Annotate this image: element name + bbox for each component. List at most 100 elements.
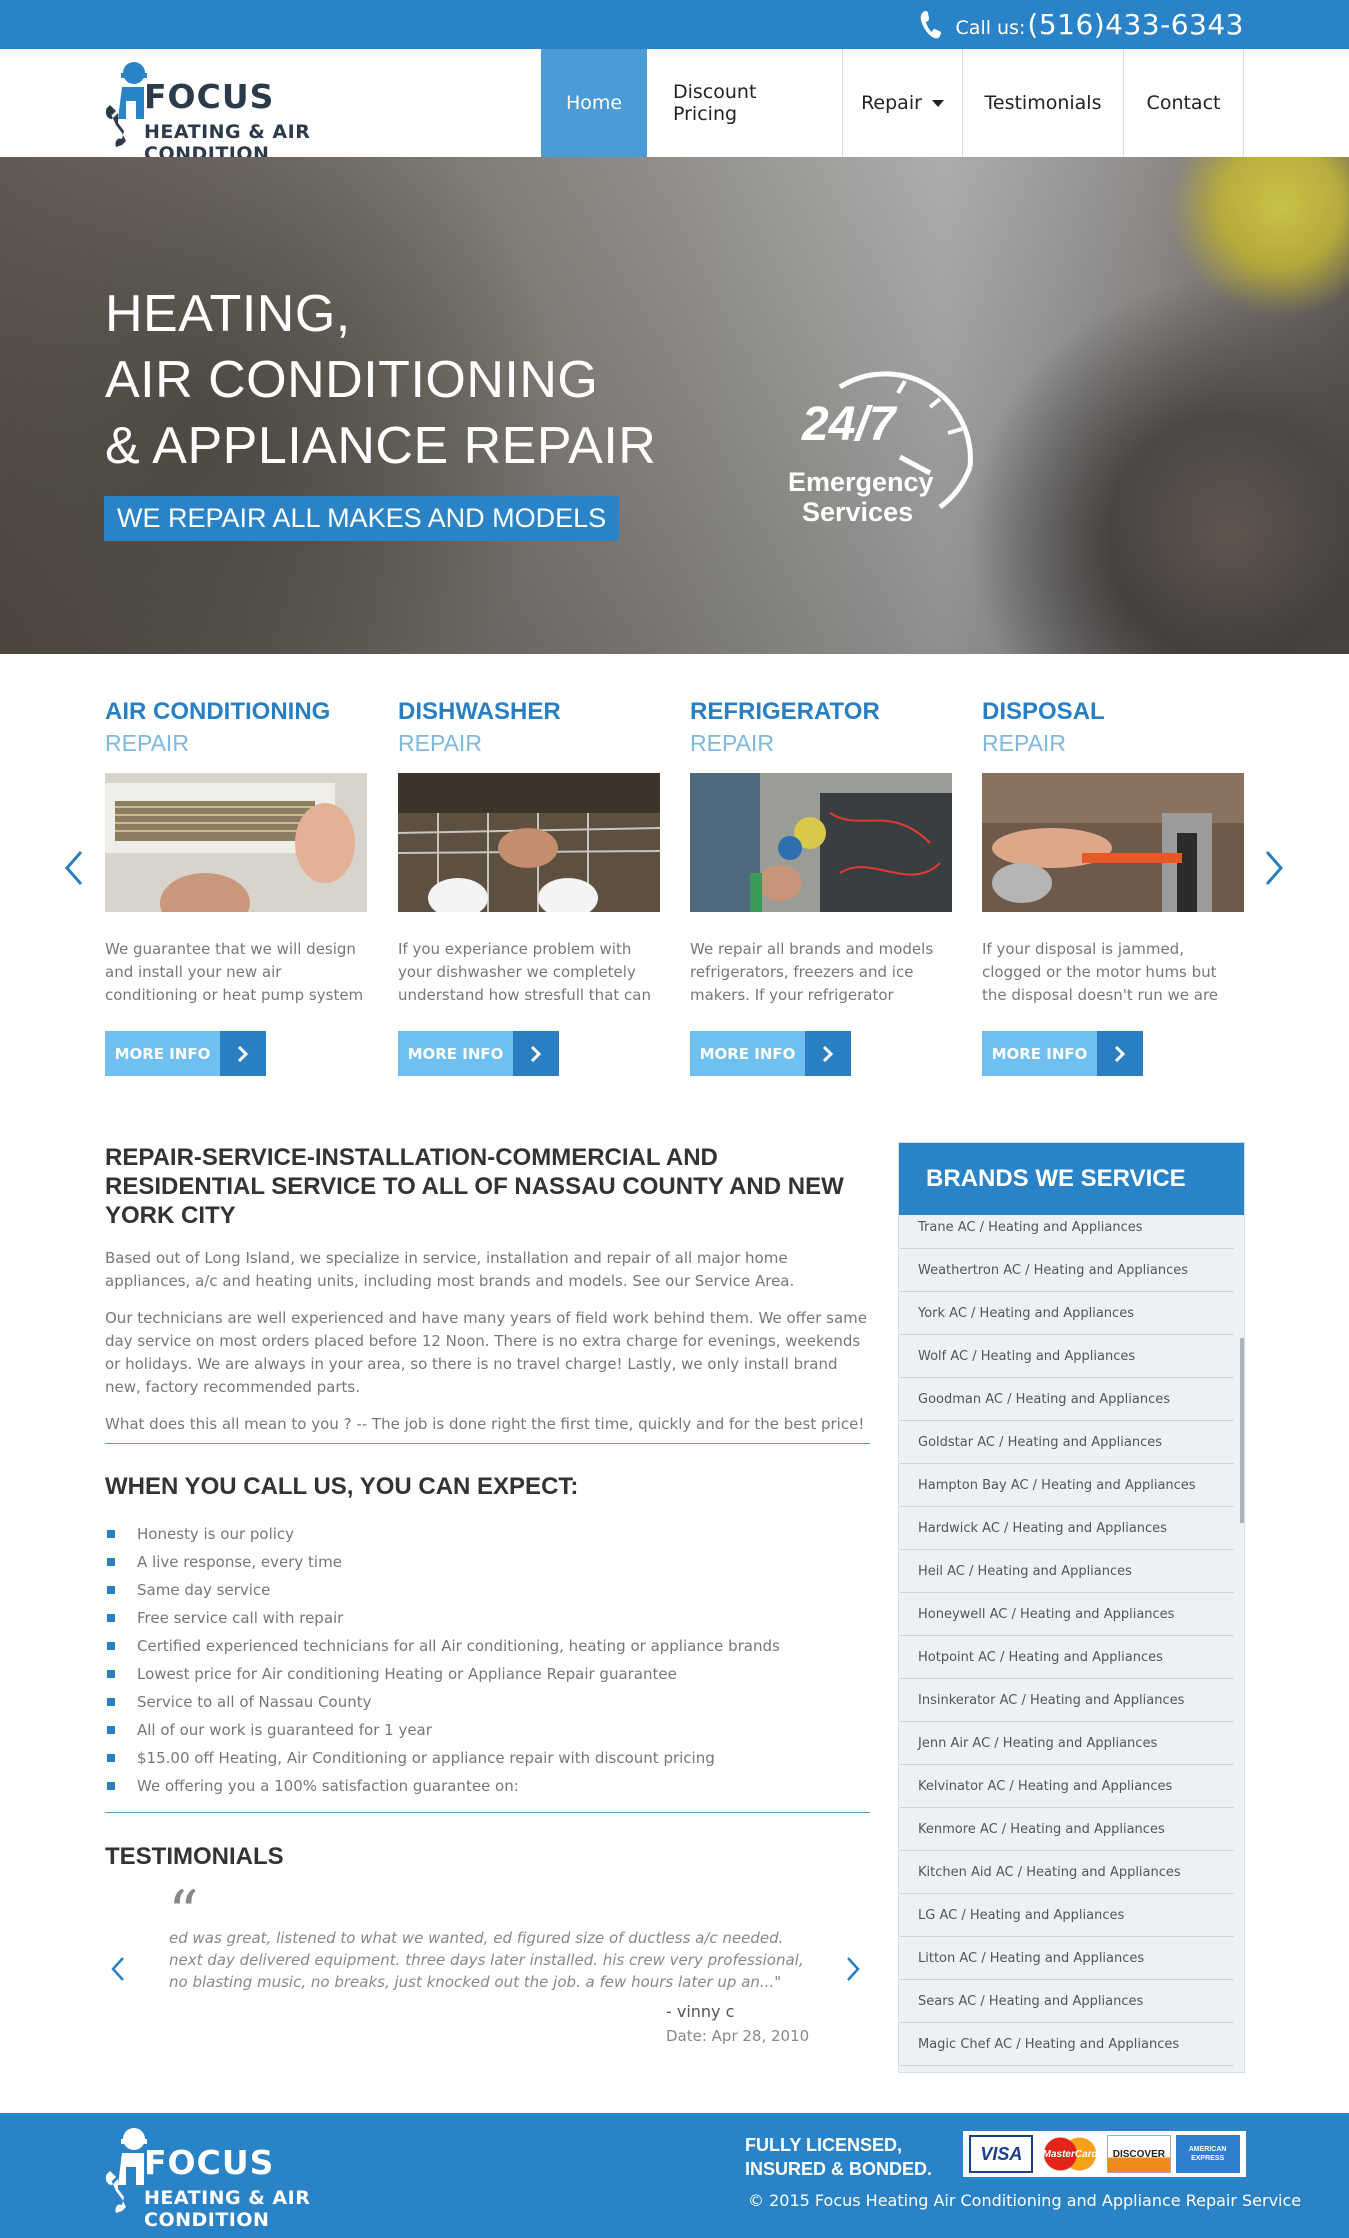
chevron-right-icon[interactable] [1263, 850, 1285, 886]
list-item-text: $15.00 off Heating, Air Conditioning or … [137, 1749, 715, 1767]
service-title: DISPOSAL [982, 698, 1105, 725]
more-info-label: MORE INFO [398, 1031, 513, 1076]
brand-item[interactable]: Honeywell AC / Heating and Appliances [899, 1593, 1234, 1636]
chevron-right-icon [1097, 1031, 1143, 1076]
about-paragraph-1: Based out of Long Island, we specialize … [105, 1249, 795, 1290]
brand-item[interactable]: Weathertron AC / Heating and Appliances [899, 1249, 1234, 1292]
brand-item[interactable]: Litton AC / Heating and Appliances [899, 1937, 1234, 1980]
brands-heading: BRANDS WE SERVICE [899, 1143, 1244, 1215]
licensed-line-2: INSURED & BONDED. [745, 2159, 933, 2179]
service-description: We repair all brands and models refriger… [690, 940, 934, 1004]
brand-item[interactable]: Insinkerator AC / Heating and Appliances [899, 1679, 1234, 1722]
badge-24-7: 24/7 [802, 398, 896, 451]
mastercard-label: MasterCard [1042, 2148, 1098, 2160]
service-subtitle: REPAIR [690, 730, 774, 756]
expect-heading: WHEN YOU CALL US, YOU CAN EXPECT: [105, 1473, 579, 1500]
footer-logo-name: FOCUS [144, 2143, 275, 2182]
nav-testimonials[interactable]: Testimonials [963, 49, 1124, 157]
brand-item[interactable]: Kitchen Aid AC / Heating and Appliances [899, 1851, 1234, 1894]
list-item-text: Free service call with repair [137, 1609, 344, 1627]
hero-heading: HEATING, AIR CONDITIONING & APPLIANCE RE… [105, 281, 656, 479]
brand-item[interactable]: Jenn Air AC / Heating and Appliances [899, 1722, 1234, 1765]
testimonial-date: Date: Apr 28, 2010 [666, 2027, 810, 2045]
chevron-right-icon [513, 1031, 559, 1076]
nav-contact[interactable]: Contact [1124, 49, 1244, 157]
brand-item[interactable]: Kenmore AC / Heating and Appliances [899, 1808, 1234, 1851]
service-title: AIR CONDITIONING [105, 698, 331, 725]
logo[interactable]: FOCUS HEATING & AIR CONDITION [104, 61, 434, 165]
brand-item[interactable]: Hampton Bay AC / Heating and Appliances [899, 1464, 1234, 1507]
phone-number[interactable]: (516)433-6343 [1027, 8, 1244, 41]
service-subtitle: REPAIR [105, 730, 189, 756]
bullet-icon [107, 1558, 115, 1566]
more-info-button[interactable]: MORE INFO [690, 1031, 851, 1076]
discover-card-icon: DISCOVER [1106, 2135, 1171, 2173]
more-info-label: MORE INFO [690, 1031, 805, 1076]
footer-logo-subtitle: HEATING & AIR CONDITION [144, 2187, 311, 2231]
list-item: A live response, every time [105, 1548, 342, 1576]
payment-cards: VISA MasterCard DISCOVER AMERICAN EXPRES… [963, 2131, 1246, 2177]
list-item-text: Same day service [137, 1581, 271, 1599]
copyright: © 2015 Focus Heating Air Conditioning an… [748, 2191, 1302, 2210]
nav-repair[interactable]: Repair [843, 49, 963, 157]
top-bar: Call us: (516)433-6343 [0, 0, 1349, 49]
list-item: Service to all of Nassau County [105, 1688, 372, 1716]
service-description: If you experiance problem with your dish… [398, 940, 651, 1004]
more-info-button[interactable]: MORE INFO [105, 1031, 266, 1076]
amex-card-icon: AMERICAN EXPRESS [1175, 2135, 1240, 2173]
brand-item[interactable]: Goodman AC / Heating and Appliances [899, 1378, 1234, 1421]
nav-discount-pricing[interactable]: Discount Pricing [647, 49, 843, 157]
brand-item[interactable]: Trane AC / Heating and Appliances [899, 1215, 1234, 1249]
bullet-icon [107, 1586, 115, 1594]
expect-section: WHEN YOU CALL US, YOU CAN EXPECT: Honest… [105, 1443, 870, 1813]
brand-item[interactable]: Heil AC / Heating and Appliances [899, 1550, 1234, 1593]
nav-home[interactable]: Home [541, 49, 647, 157]
about-heading: REPAIR-SERVICE-INSTALLATION-COMMERCIAL A… [105, 1144, 844, 1229]
list-item-text: Certified experienced technicians for al… [137, 1637, 780, 1655]
brands-list[interactable]: Trane AC / Heating and Appliances Weathe… [899, 1215, 1234, 2073]
brand-item[interactable]: Hotpoint AC / Heating and Appliances [899, 1636, 1234, 1679]
discover-label: DISCOVER [1112, 2148, 1165, 2160]
list-item: Certified experienced technicians for al… [105, 1632, 780, 1660]
testimonials-heading: TESTIMONIALS [105, 1843, 284, 1870]
more-info-button[interactable]: MORE INFO [982, 1031, 1143, 1076]
brand-item[interactable]: LG AC / Heating and Appliances [899, 1894, 1234, 1937]
chevron-right-icon[interactable] [845, 1956, 861, 1982]
divider [105, 1443, 870, 1444]
bullet-icon [107, 1754, 115, 1762]
brand-item[interactable]: Wolf AC / Heating and Appliances [899, 1335, 1234, 1378]
service-title: DISHWASHER [398, 698, 561, 725]
phone-icon [920, 10, 941, 38]
service-card-refrigerator: REFRIGERATOR REPAIR We repair all brands… [690, 698, 952, 1076]
about-section: REPAIR-SERVICE-INSTALLATION-COMMERCIAL A… [105, 1143, 870, 1436]
footer-logo[interactable]: FOCUS HEATING & AIR CONDITION [104, 2127, 434, 2231]
services-carousel: AIR CONDITIONING REPAIR We guarantee tha… [0, 654, 1349, 1124]
call-us[interactable]: Call us: (516)433-6343 [920, 8, 1244, 41]
more-info-button[interactable]: MORE INFO [398, 1031, 559, 1076]
hero-line-3: & APPLIANCE REPAIR [105, 417, 657, 475]
brand-item[interactable]: Goldstar AC / Heating and Appliances [899, 1421, 1234, 1464]
hero-line-2: AIR CONDITIONING [105, 351, 599, 409]
brand-item[interactable]: Sears AC / Heating and Appliances [899, 1980, 1234, 2023]
brands-scrollbar[interactable] [1240, 1338, 1244, 1523]
about-paragraph-3: What does this all mean to you ? -- The … [105, 1415, 865, 1433]
testimonials-section: TESTIMONIALS “ ed was great, listened to… [105, 1843, 870, 2063]
brand-item[interactable]: Kelvinator AC / Heating and Appliances [899, 1765, 1234, 1808]
list-item: Same day service [105, 1576, 270, 1604]
brand-item[interactable]: Magic Chef AC / Heating and Appliances [899, 2023, 1234, 2066]
brand-item[interactable]: Hardwick AC / Heating and Appliances [899, 1507, 1234, 1550]
bullet-icon [107, 1614, 115, 1622]
bullet-icon [107, 1670, 115, 1678]
brand-item[interactable]: York AC / Heating and Appliances [899, 1292, 1234, 1335]
chevron-left-icon[interactable] [63, 850, 85, 886]
caret-down-icon [931, 99, 944, 107]
service-subtitle: REPAIR [398, 730, 482, 756]
bullet-icon [107, 1642, 115, 1650]
refrigerator-repair-photo [690, 773, 952, 912]
about-paragraph-2: Our technicians are well experienced and… [105, 1309, 867, 1396]
more-info-label: MORE INFO [105, 1031, 220, 1076]
disposal-repair-photo [982, 773, 1244, 912]
list-item: Lowest price for Air conditioning Heatin… [105, 1660, 677, 1688]
ac-repair-photo [105, 773, 367, 912]
chevron-left-icon[interactable] [110, 1956, 126, 1982]
